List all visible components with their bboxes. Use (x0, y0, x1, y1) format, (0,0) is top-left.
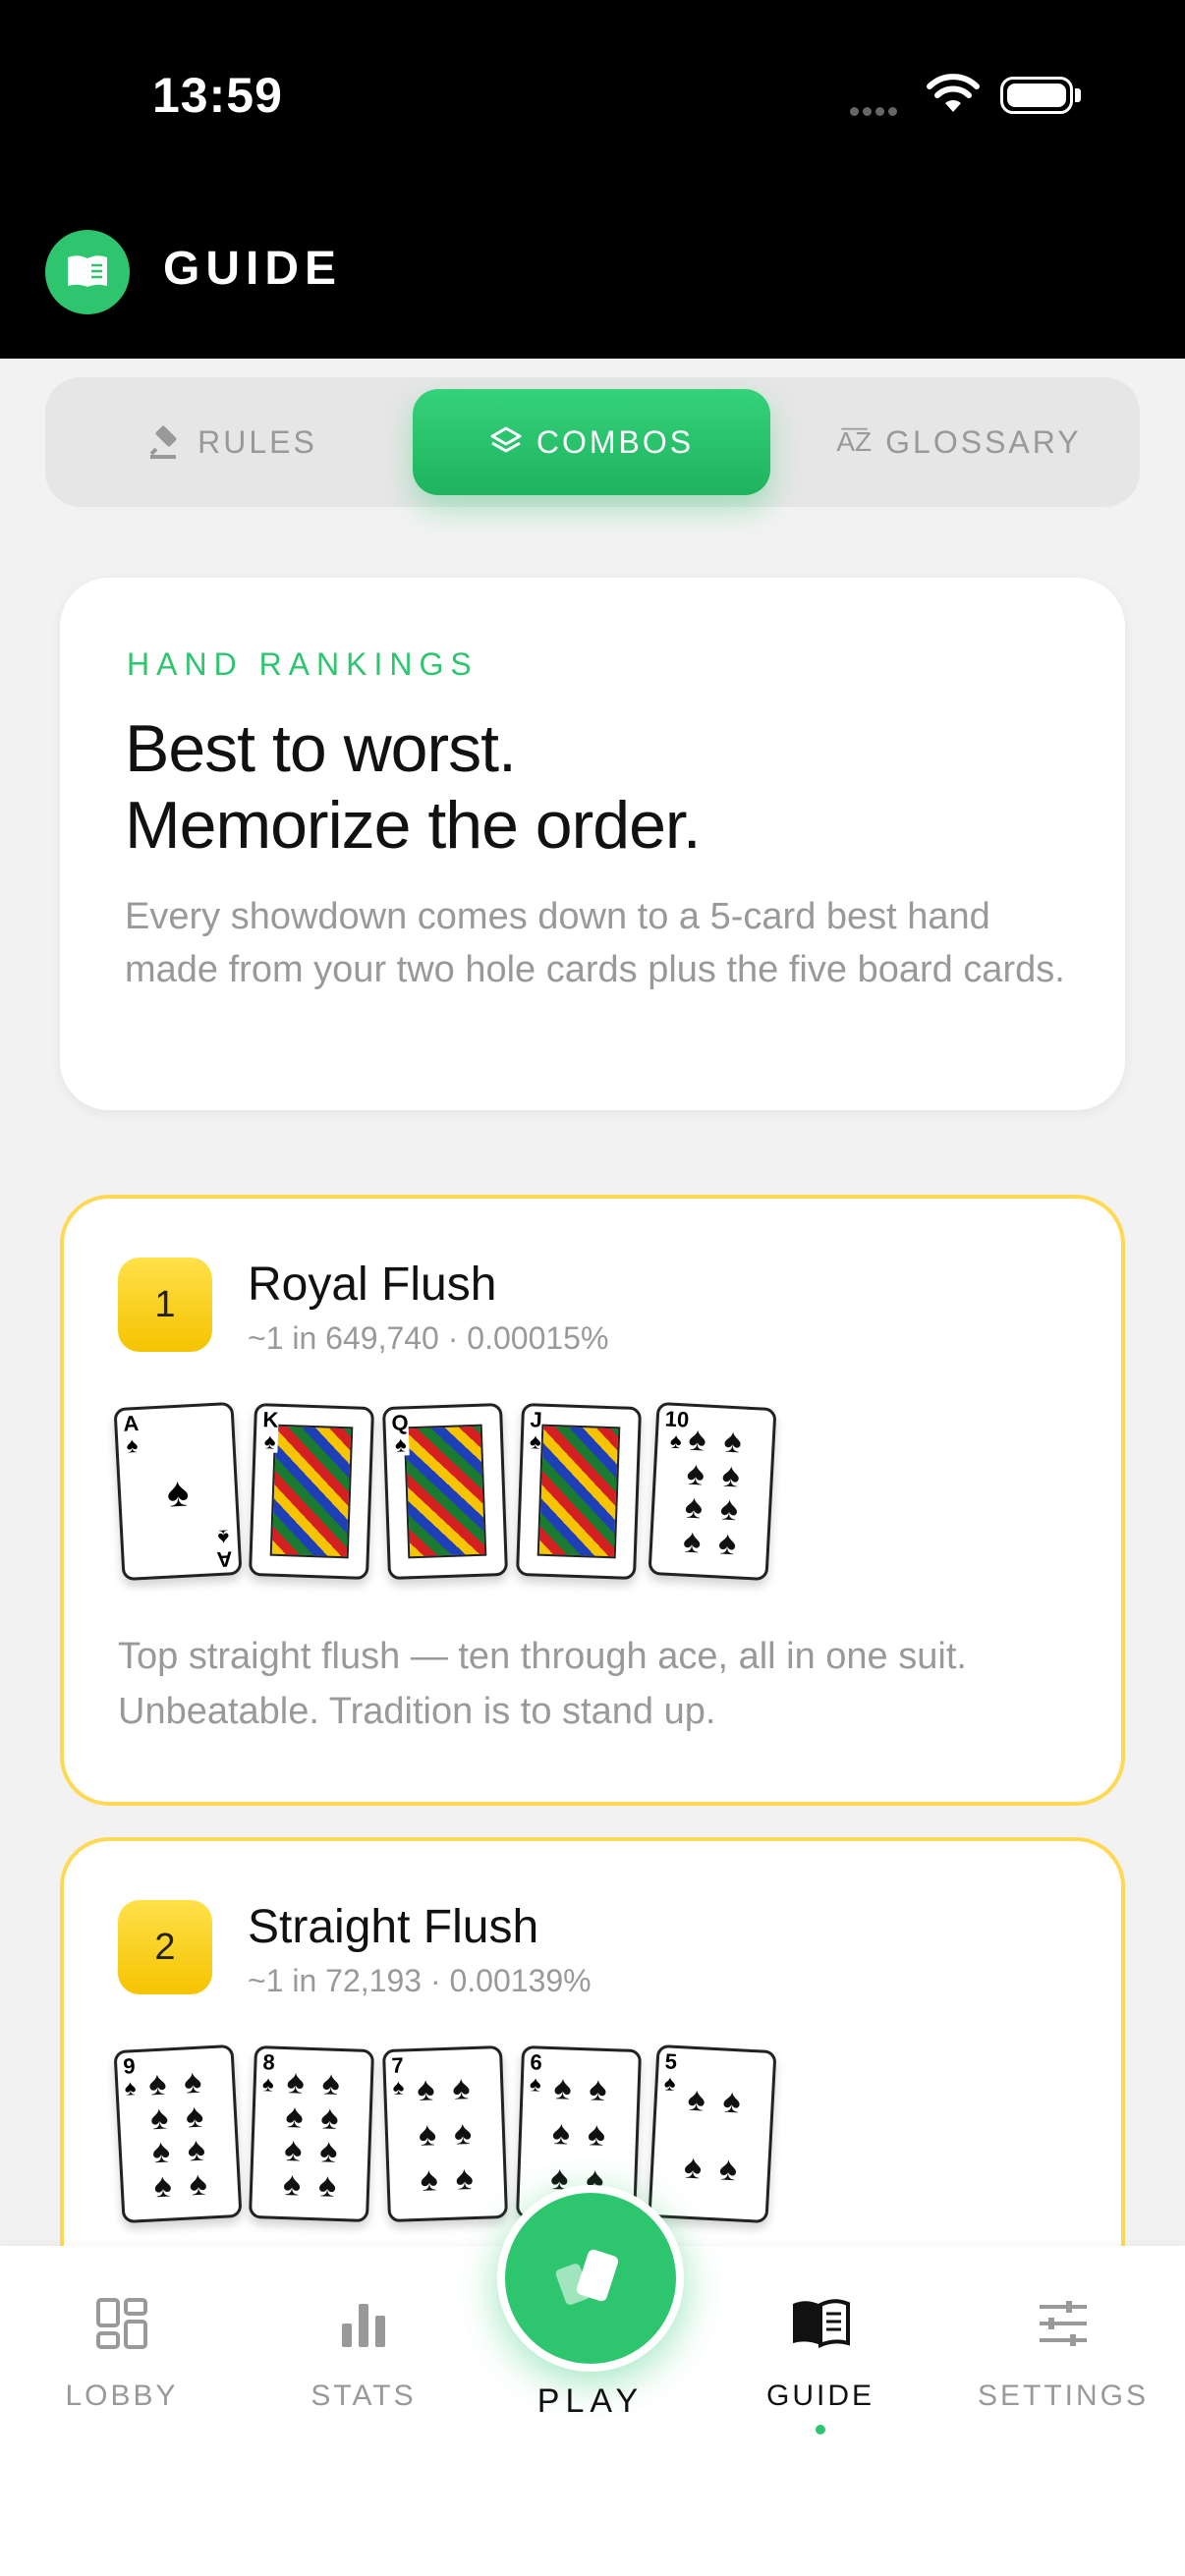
play-button[interactable] (497, 2185, 684, 2372)
header-bar: 13:59 GUIDE (0, 0, 1185, 359)
tab-rules[interactable]: RULES (85, 389, 379, 495)
playing-card-ace-spades: A ♠ ♠ A ♠ (113, 1401, 243, 1582)
playing-card-seven-spades: 7 ♠ ♠ ♠ ♠ ♠ ♠ ♠ (381, 2044, 509, 2223)
page-title: GUIDE (163, 243, 343, 295)
cards-icon (555, 2249, 619, 2305)
nav-stats[interactable]: STATS (265, 2289, 462, 2413)
nav-guide[interactable]: GUIDE (722, 2289, 919, 2435)
playing-card-five-spades: 5 ♠ ♠ ♠ ♠ ♠ (648, 2044, 777, 2224)
cellular-signal-icon (850, 103, 907, 116)
active-indicator (816, 2425, 825, 2435)
az-icon: A͞Z (836, 426, 873, 457)
grid-icon (96, 2298, 147, 2349)
tab-combos[interactable]: COMBOS (413, 389, 770, 495)
playing-card-queen-spades: Q ♠ (381, 1402, 509, 1581)
headline-line-2: Memorize the order. (125, 788, 702, 863)
sliders-icon (1040, 2301, 1087, 2346)
hand-odds: ~1 in 649,740 · 0.00015% (248, 1320, 609, 1356)
rank-badge: 1 (118, 1258, 212, 1352)
intro-headline: Best to worst. Memorize the order. (125, 710, 702, 864)
nav-settings-label: SETTINGS (977, 2380, 1149, 2412)
intro-body: Every showdown comes down to a 5-card be… (125, 896, 1065, 990)
play-label: PLAY (536, 2382, 645, 2420)
nav-lobby[interactable]: LOBBY (24, 2289, 220, 2413)
playing-card-jack-spades: J ♠ (515, 1402, 643, 1581)
battery-icon (1000, 77, 1073, 114)
playing-card-ten-spades: 10 ♠ ♠ ♠ ♠ ♠ ♠ ♠ ♠ ♠ (648, 1401, 777, 1582)
playing-card-eight-spades: 8 ♠ ♠ ♠ ♠ ♠ ♠ ♠ ♠ ♠ (248, 2044, 375, 2223)
book-icon (793, 2299, 850, 2349)
rank-badge: 2 (118, 1900, 212, 1994)
playing-card-nine-spades: 9 ♠ ♠ ♠ ♠ ♠ ♠ ♠ ♠ ♠ (113, 2044, 243, 2224)
hand-rankings-intro-card: HAND RANKINGS Best to worst. Memorize th… (60, 578, 1125, 1110)
hand-description: Top straight flush — ten through ace, al… (118, 1636, 967, 1732)
nav-guide-label: GUIDE (765, 2380, 875, 2412)
hand-name: Royal Flush (248, 1259, 497, 1311)
hand-name: Straight Flush (248, 1901, 539, 1953)
headline-line-1: Best to worst. (125, 711, 517, 786)
tab-combos-label: COMBOS (536, 423, 695, 460)
section-eyebrow: HAND RANKINGS (127, 646, 479, 682)
tab-glossary[interactable]: A͞Z GLOSSARY (792, 389, 1126, 495)
tab-rules-label: RULES (198, 423, 317, 460)
nav-lobby-label: LOBBY (65, 2380, 179, 2412)
hand-odds: ~1 in 72,193 · 0.00139% (248, 1963, 592, 1998)
nav-stats-label: STATS (310, 2380, 417, 2412)
nav-settings[interactable]: SETTINGS (965, 2289, 1161, 2413)
layers-icon (490, 426, 522, 453)
wifi-icon (927, 74, 980, 112)
status-time: 13:59 (152, 68, 283, 123)
book-icon (45, 230, 130, 314)
bar-chart-icon (342, 2304, 385, 2347)
gavel-icon (149, 425, 177, 459)
playing-card-king-spades: K ♠ (248, 1402, 375, 1581)
hand-card-royal-flush[interactable]: 1 Royal Flush ~1 in 649,740 · 0.00015% A… (60, 1195, 1125, 1806)
tab-glossary-label: GLOSSARY (885, 423, 1082, 460)
guide-tabs: RULES COMBOS A͞Z GLOSSARY (45, 377, 1140, 507)
